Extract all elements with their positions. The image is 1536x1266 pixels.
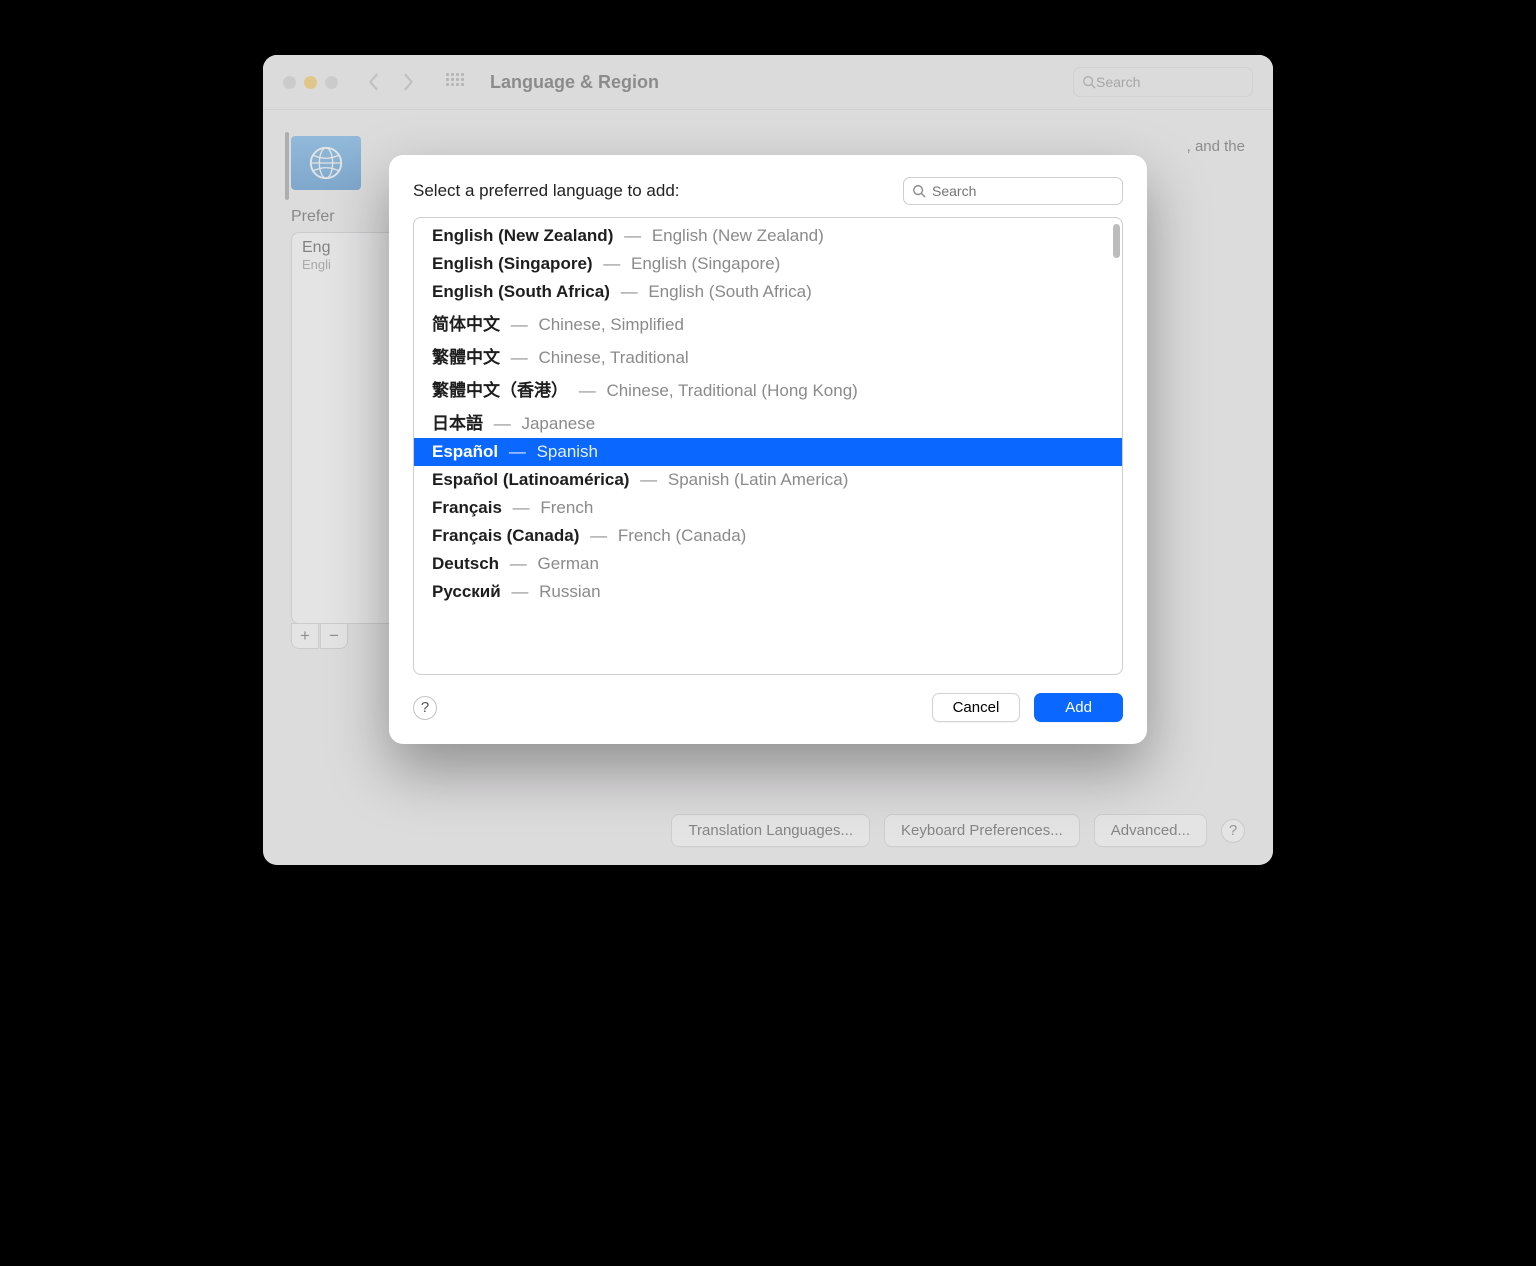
language-english: English (Singapore) (631, 254, 780, 273)
language-english: Chinese, Traditional (538, 348, 688, 367)
search-icon (912, 184, 926, 198)
separator: — (506, 348, 532, 367)
language-native: Español (Latinoamérica) (432, 470, 629, 489)
language-row[interactable]: 日本語 — Japanese (414, 405, 1122, 438)
separator: — (504, 442, 530, 461)
scrollbar-thumb[interactable] (1113, 224, 1120, 258)
system-preferences-window: Language & Region , and the Prefer Eng E… (263, 55, 1273, 865)
language-row[interactable]: Español (Latinoamérica) — Spanish (Latin… (414, 466, 1122, 494)
language-list[interactable]: English (New Zealand) — English (New Zea… (414, 218, 1122, 674)
language-native: Русский (432, 582, 501, 601)
language-native: 日本語 (432, 414, 483, 433)
separator: — (635, 470, 661, 489)
cancel-button[interactable]: Cancel (932, 693, 1021, 722)
separator: — (508, 498, 534, 517)
separator: — (616, 282, 642, 301)
language-english: French (Canada) (618, 526, 747, 545)
language-row[interactable]: Русский — Russian (414, 578, 1122, 606)
language-native: English (Singapore) (432, 254, 593, 273)
language-native: 繁體中文 (432, 348, 500, 367)
language-row[interactable]: Español — Spanish (414, 438, 1122, 466)
separator: — (574, 381, 600, 400)
language-row[interactable]: English (South Africa) — English (South … (414, 278, 1122, 306)
language-native: English (New Zealand) (432, 226, 613, 245)
language-english: Chinese, Traditional (Hong Kong) (606, 381, 857, 400)
language-native: Français (432, 498, 502, 517)
language-row[interactable]: English (Singapore) — English (Singapore… (414, 250, 1122, 278)
language-native: English (South Africa) (432, 282, 610, 301)
language-native: 简体中文 (432, 315, 500, 334)
separator: — (507, 582, 533, 601)
add-button[interactable]: Add (1034, 693, 1123, 722)
language-native: Deutsch (432, 554, 499, 573)
language-native: Español (432, 442, 498, 461)
add-language-sheet: Select a preferred language to add: Engl… (389, 155, 1147, 744)
sheet-search[interactable] (903, 177, 1123, 205)
language-english: English (South Africa) (648, 282, 811, 301)
language-row[interactable]: English (New Zealand) — English (New Zea… (414, 222, 1122, 250)
language-english: English (New Zealand) (652, 226, 824, 245)
language-row[interactable]: 繁體中文 — Chinese, Traditional (414, 339, 1122, 372)
language-english: Spanish (537, 442, 598, 461)
separator: — (506, 315, 532, 334)
separator: — (585, 526, 611, 545)
language-row[interactable]: Deutsch — German (414, 550, 1122, 578)
language-row[interactable]: Français — French (414, 494, 1122, 522)
language-english: Japanese (521, 414, 595, 433)
language-english: Russian (539, 582, 600, 601)
sheet-help-button[interactable]: ? (413, 696, 437, 720)
language-row[interactable]: 繁體中文（香港） — Chinese, Traditional (Hong Ko… (414, 372, 1122, 405)
separator: — (505, 554, 531, 573)
separator: — (489, 414, 515, 433)
language-native: 繁體中文（香港） (432, 381, 568, 400)
language-native: Français (Canada) (432, 526, 579, 545)
sheet-search-input[interactable] (932, 183, 1114, 199)
language-english: Chinese, Simplified (538, 315, 684, 334)
language-english: Spanish (Latin America) (668, 470, 848, 489)
sheet-title: Select a preferred language to add: (413, 181, 680, 201)
language-list-container: English (New Zealand) — English (New Zea… (413, 217, 1123, 675)
separator: — (599, 254, 625, 273)
language-row[interactable]: Français (Canada) — French (Canada) (414, 522, 1122, 550)
language-english: German (538, 554, 599, 573)
separator: — (619, 226, 645, 245)
language-english: French (540, 498, 593, 517)
language-row[interactable]: 简体中文 — Chinese, Simplified (414, 306, 1122, 339)
